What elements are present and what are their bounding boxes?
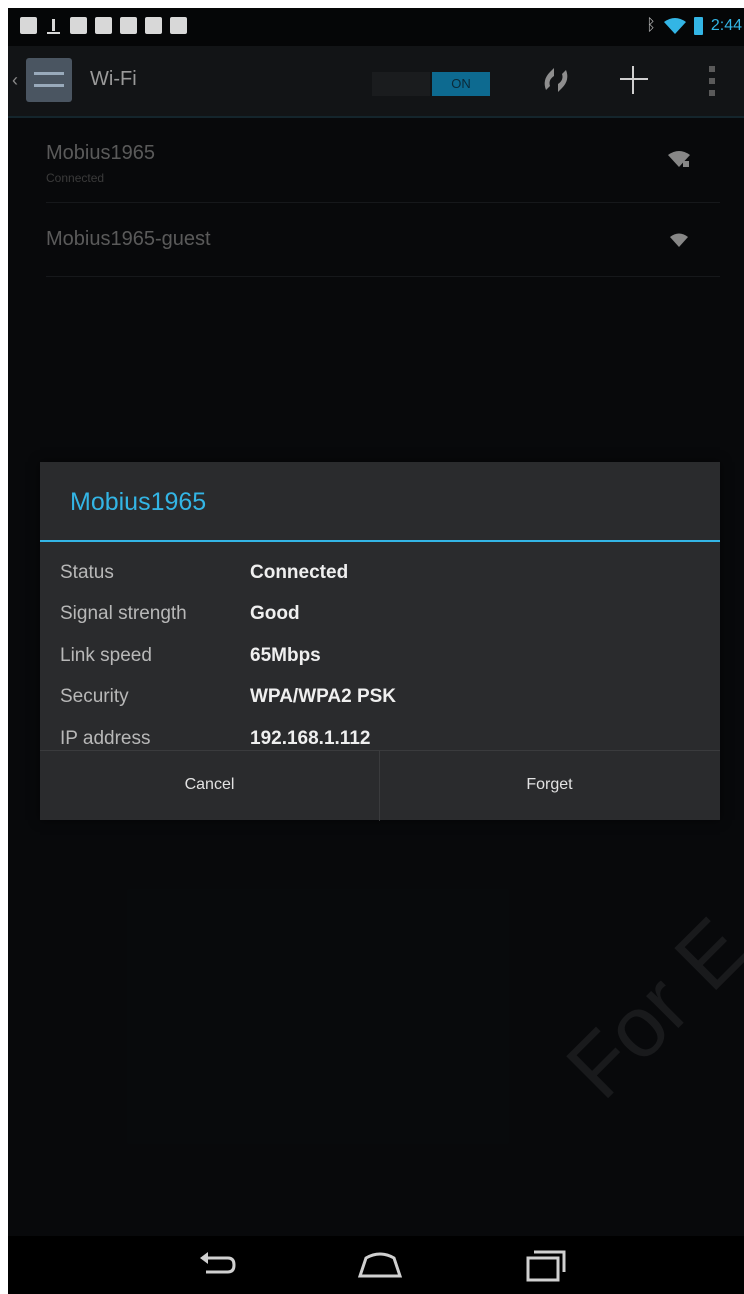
detail-label: Status [60, 562, 114, 583]
system-icons: ᛒ 2:44 [646, 16, 744, 36]
dialog-button-bar: Cancel Forget [40, 750, 720, 821]
wifi-toggle-off-track[interactable] [372, 72, 430, 96]
checkbox-icon [145, 17, 162, 34]
briefcase-icon [170, 17, 187, 34]
dropbox-icon [120, 17, 137, 34]
android-screen: ᛒ 2:44 ‹ Wi-Fi ON Mobius1965 Connected M… [8, 8, 744, 1294]
add-network-icon[interactable] [616, 62, 652, 98]
detail-value: 192.168.1.112 [250, 728, 371, 749]
gallery-icon [20, 17, 37, 34]
recents-icon[interactable] [520, 1246, 568, 1284]
calendar-icon [95, 17, 112, 34]
wifi-toggle[interactable]: ON [432, 72, 490, 96]
navigation-bar [8, 1236, 744, 1294]
dialog-title: Mobius1965 [70, 488, 207, 516]
back-icon[interactable] [192, 1246, 240, 1284]
forget-button[interactable]: Forget [380, 751, 719, 821]
gmail-icon [70, 17, 87, 34]
detail-row-link-speed: Link speed 65Mbps [60, 639, 700, 673]
detail-value: Connected [250, 562, 349, 583]
wps-icon[interactable] [536, 60, 576, 100]
dialog-title-divider [40, 540, 720, 542]
clock: 2:44 [710, 17, 742, 34]
page-title: Wi-Fi [90, 68, 137, 90]
status-bar: ᛒ 2:44 [8, 8, 744, 46]
settings-app-icon[interactable] [26, 58, 72, 102]
cancel-button[interactable]: Cancel [40, 751, 380, 821]
detail-row-status: Status Connected [60, 556, 700, 590]
wifi-icon [663, 18, 686, 34]
detail-row-signal-strength: Signal strength Good [60, 597, 700, 631]
detail-label: Link speed [60, 645, 152, 666]
detail-label: Security [60, 686, 129, 707]
detail-value: WPA/WPA2 PSK [250, 686, 397, 707]
detail-label: IP address [60, 728, 151, 749]
detail-row-security: Security WPA/WPA2 PSK [60, 680, 700, 714]
up-caret-icon[interactable]: ‹ [12, 70, 18, 91]
notification-icons [20, 17, 187, 34]
battery-icon [693, 17, 703, 35]
upload-icon [45, 17, 62, 34]
detail-value: 65Mbps [250, 645, 321, 666]
detail-label: Signal strength [60, 603, 187, 624]
overflow-menu-icon[interactable] [702, 64, 722, 98]
action-bar: ‹ Wi-Fi ON [8, 46, 744, 118]
detail-value: Good [250, 603, 300, 624]
bluetooth-icon: ᛒ [646, 17, 656, 34]
home-icon[interactable] [356, 1246, 404, 1284]
network-details-dialog: Mobius1965 Status Connected Signal stren… [40, 462, 720, 821]
